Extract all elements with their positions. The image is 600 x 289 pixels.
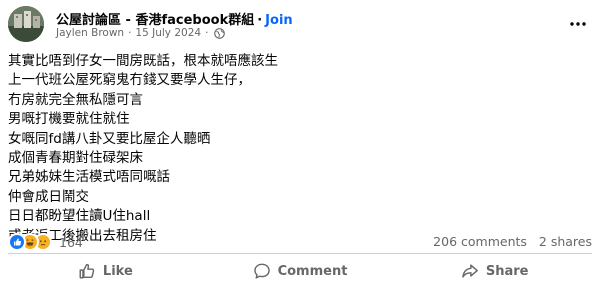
join-link[interactable]: Join <box>265 13 292 28</box>
reactions-summary[interactable]: 164 <box>8 232 83 252</box>
shares-count-link[interactable]: 2 shares <box>539 234 592 249</box>
group-name-link[interactable]: 公屋討論區 - 香港facebook群組 <box>56 13 254 28</box>
post-actions: Like Comment Share <box>8 257 592 285</box>
group-avatar[interactable] <box>8 6 44 42</box>
post-header: 公屋討論區 - 香港facebook群組 · Join Jaylen Brown ·… <box>8 6 592 42</box>
post-text-line: 女嘅同fd講八卦又要比屋企人聽晒 <box>8 130 211 147</box>
share-icon <box>462 264 478 278</box>
post-stats: 164 206 comments 2 shares <box>8 232 592 252</box>
like-reaction-icon <box>8 233 26 251</box>
thumbs-up-icon <box>79 263 95 279</box>
like-label: Like <box>102 263 133 279</box>
share-button[interactable]: Share <box>397 257 592 285</box>
reaction-count: 164 <box>59 234 83 250</box>
author-name[interactable]: Jaylen Brown <box>56 27 124 39</box>
comment-label: Comment <box>277 263 348 279</box>
meta-separator: · <box>128 27 132 39</box>
post-text-line: 仲會成日鬧交 <box>8 188 89 205</box>
engagement-counts: 206 comments 2 shares <box>433 234 592 249</box>
post-meta: Jaylen Brown · 15 July 2024 · <box>56 27 226 39</box>
post-text-line: 兄弟姊妹生活模式唔同嘅話 <box>8 169 170 186</box>
comments-count-link[interactable]: 206 comments <box>433 234 527 249</box>
comment-button[interactable]: Comment <box>203 257 398 285</box>
post-text-line: 成個青春期對住碌架床 <box>8 149 143 166</box>
post-text-line: 男嘅打機要就住就住 <box>8 111 130 128</box>
share-label: Share <box>485 263 529 279</box>
post-text-line: 上一代班公屋死窮鬼冇錢又要學人生仔， <box>8 72 251 89</box>
post-text-line: 其實比唔到仔女一間房既話，根本就唔應該生 <box>8 53 278 69</box>
divider <box>8 253 592 254</box>
post-text-line: 日日都盼望住讀U住hall <box>8 208 151 225</box>
post-text-line: 冇房就完全無私隱可言 <box>8 91 143 108</box>
globe-icon <box>214 27 226 39</box>
like-button[interactable]: Like <box>8 257 203 285</box>
group-title-row: 公屋討論區 - 香港facebook群組 · Join <box>56 9 293 28</box>
title-separator: · <box>257 13 263 28</box>
post-body: 其實比唔到仔女一間房既話，根本就唔應該生 上一代班公屋死窮鬼冇錢又要學人生仔， … <box>8 52 592 246</box>
more-options-icon[interactable] <box>568 14 588 34</box>
comment-icon <box>253 263 270 279</box>
meta-separator-2: · <box>205 27 209 39</box>
post-date[interactable]: 15 July 2024 <box>135 27 201 39</box>
